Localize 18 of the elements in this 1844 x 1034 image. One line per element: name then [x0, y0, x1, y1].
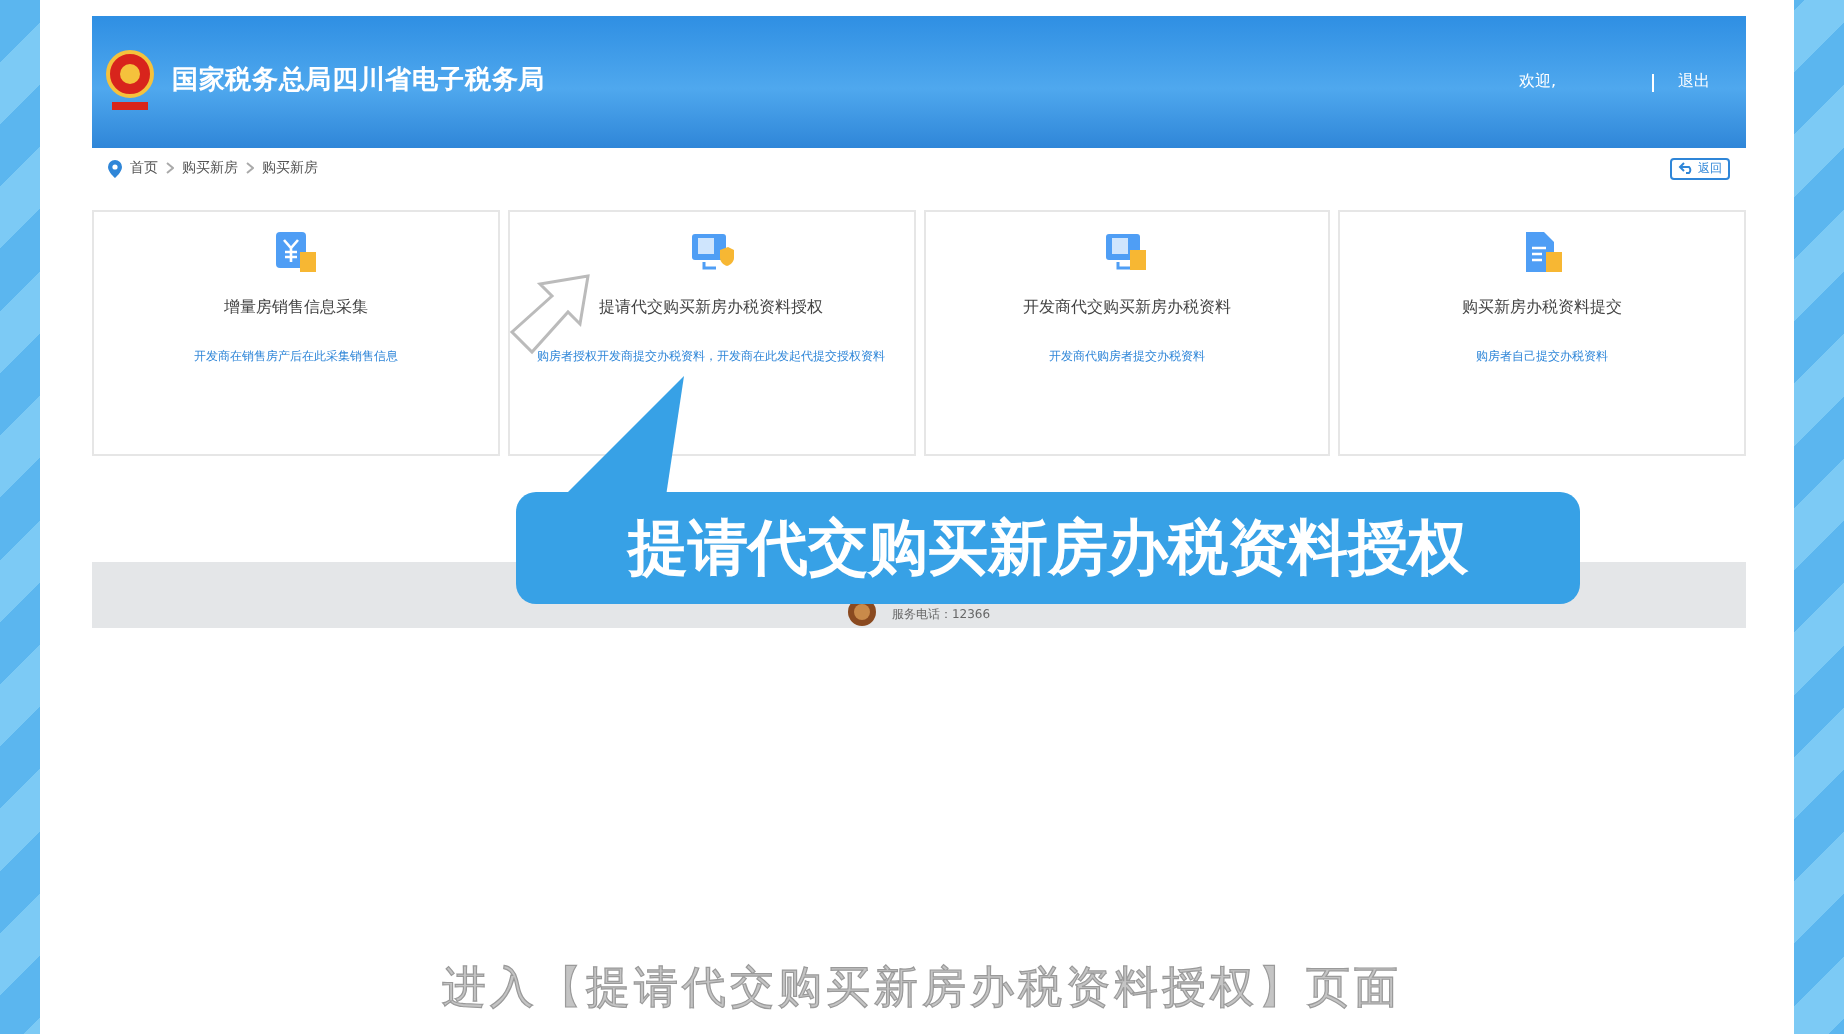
document-icon — [1520, 230, 1565, 274]
monitor-shield-icon — [689, 230, 734, 274]
monitor-document-icon — [1104, 230, 1149, 274]
location-pin-icon — [108, 159, 122, 177]
caption-text: 进入【提请代交购买新房办税资料授权】页面 — [442, 962, 1402, 1018]
chevron-right-icon — [166, 162, 174, 174]
card-title: 提请代交购买新房办税资料授权 — [599, 296, 824, 320]
card-title: 开发商代交购买新房办税资料 — [1022, 296, 1231, 320]
chevron-right-icon — [246, 162, 254, 174]
welcome-text: 欢迎, — [1518, 70, 1556, 94]
emblem-icon — [104, 50, 156, 114]
site-title: 国家税务总局四川省电子税务局 — [172, 63, 546, 101]
back-arrow-icon — [1678, 162, 1694, 174]
card-title: 增量房销售信息采集 — [223, 296, 368, 320]
yuan-coin-icon — [273, 230, 318, 274]
card-title: 购买新房办税资料提交 — [1462, 296, 1623, 320]
callout-text: 提请代交购买新房办税资料授权 — [628, 511, 1468, 587]
header-divider — [1652, 73, 1654, 91]
